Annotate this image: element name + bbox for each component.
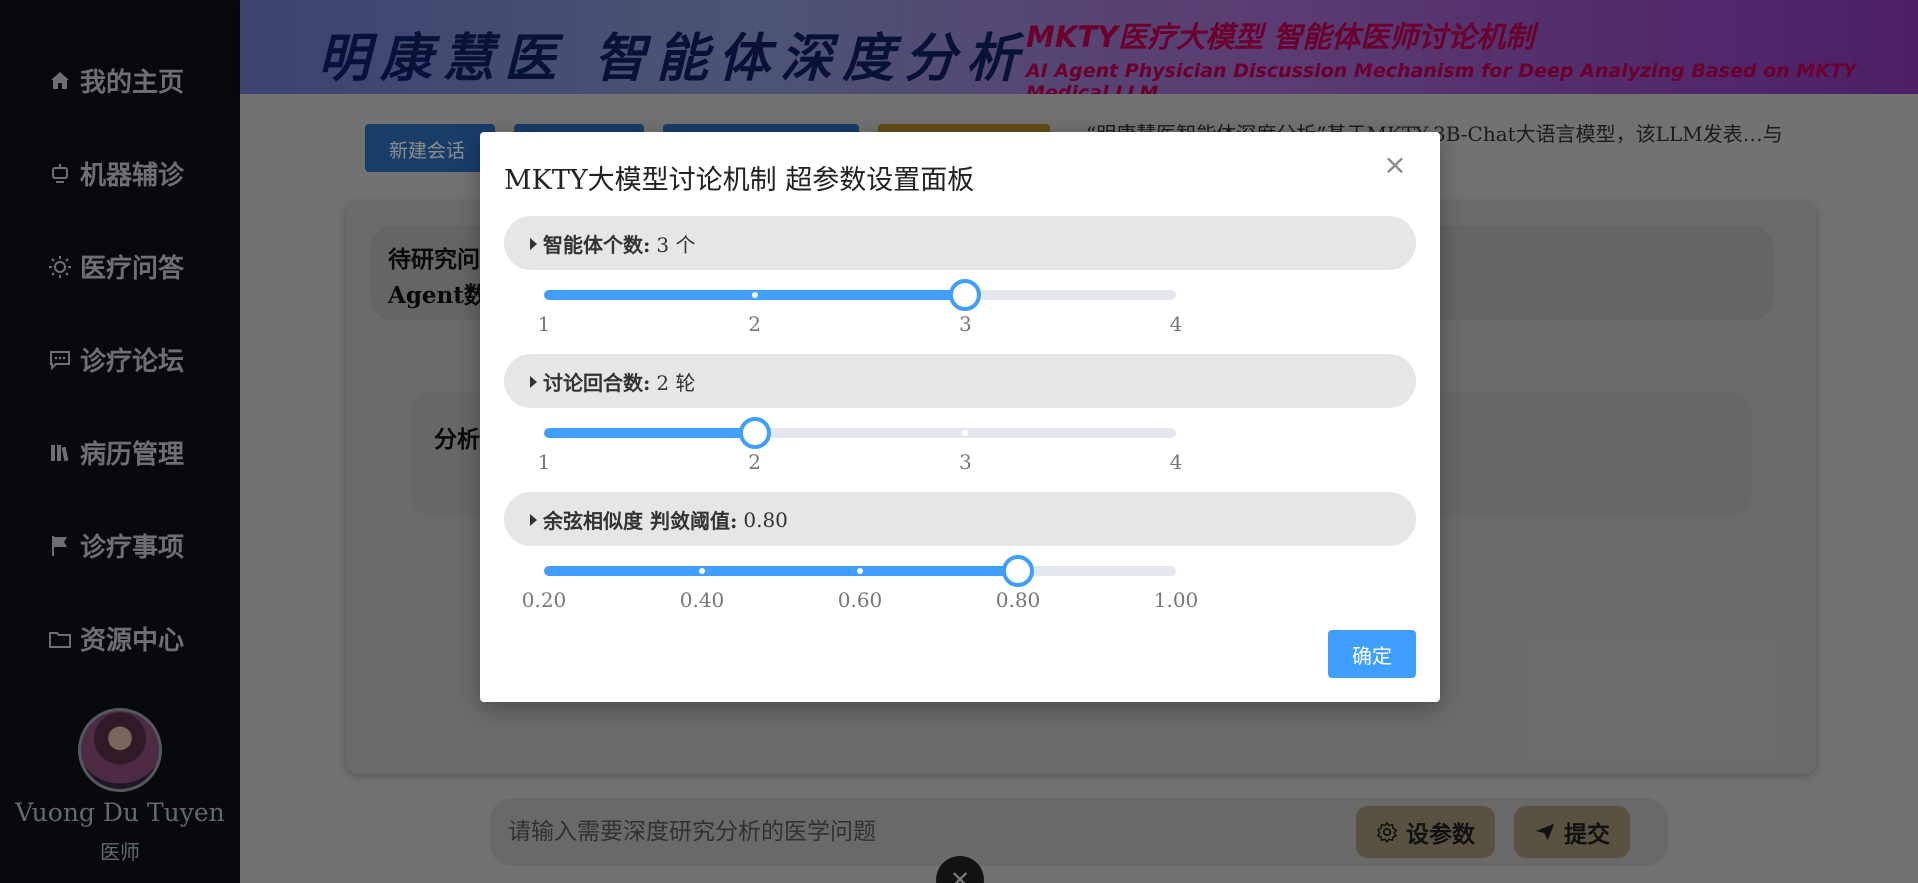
section-similarity-threshold[interactable]: 余弦相似度 判敛阈值: 0.80 <box>504 492 1416 546</box>
slider-mark[interactable]: 0.40 <box>662 588 742 612</box>
section-value: 0.80 <box>743 507 788 532</box>
slider-mark[interactable]: 2 <box>715 450 795 474</box>
section-header: 讨论回合数: 2 轮 <box>530 367 695 396</box>
slider-fill <box>544 566 1018 576</box>
slider-mark[interactable]: 0.20 <box>504 588 584 612</box>
slider-mark[interactable]: 1 <box>504 450 584 474</box>
slider-mark[interactable]: 3 <box>925 450 1005 474</box>
slider-stop <box>857 568 863 574</box>
settings-dialog: MKTY大模型讨论机制 超参数设置面板 × 智能体个数: 3 个 1 2 3 4 讨论… <box>480 132 1440 702</box>
section-header: 余弦相似度 判敛阈值: 0.80 <box>530 505 788 534</box>
slider-handle[interactable] <box>949 279 982 311</box>
section-label: 讨论回合数: <box>543 371 651 395</box>
section-agent-count[interactable]: 智能体个数: 3 个 <box>504 216 1416 270</box>
confirm-button[interactable]: 确定 <box>1328 630 1416 678</box>
slider-handle[interactable] <box>738 417 771 449</box>
section-header: 智能体个数: 3 个 <box>530 229 695 258</box>
slider-mark[interactable]: 1 <box>504 312 584 336</box>
slider-mark[interactable]: 0.60 <box>820 588 900 612</box>
section-label: 余弦相似度 判敛阈值: <box>543 509 738 533</box>
slider-stop <box>751 292 758 298</box>
close-icon[interactable]: × <box>1380 150 1410 180</box>
slider-mark[interactable]: 3 <box>925 312 1005 336</box>
section-label: 智能体个数: <box>543 233 651 257</box>
slider-handle[interactable] <box>1002 555 1034 587</box>
slider-fill <box>544 428 755 438</box>
caret-right-icon <box>530 375 537 388</box>
slider-mark[interactable]: 0.80 <box>978 588 1058 612</box>
slider-stop <box>699 568 705 574</box>
section-round-count[interactable]: 讨论回合数: 2 轮 <box>504 354 1416 408</box>
round-count-slider[interactable]: 1234 <box>538 417 1182 474</box>
slider-mark[interactable]: 4 <box>1136 312 1216 336</box>
section-value: 3 个 <box>656 233 696 257</box>
similarity-threshold-slider[interactable]: 0.20 0.40 0.60 0.80 1.00 <box>522 555 1198 612</box>
section-value: 2 轮 <box>656 371 696 395</box>
slider-mark[interactable]: 1.00 <box>1136 588 1216 612</box>
caret-right-icon <box>530 513 537 526</box>
slider-mark[interactable]: 4 <box>1136 450 1216 474</box>
dialog-title: MKTY大模型讨论机制 超参数设置面板 <box>504 165 975 196</box>
agent-count-slider[interactable]: 1234 <box>538 279 1182 336</box>
slider-mark[interactable]: 2 <box>715 312 795 336</box>
caret-right-icon <box>530 237 537 250</box>
